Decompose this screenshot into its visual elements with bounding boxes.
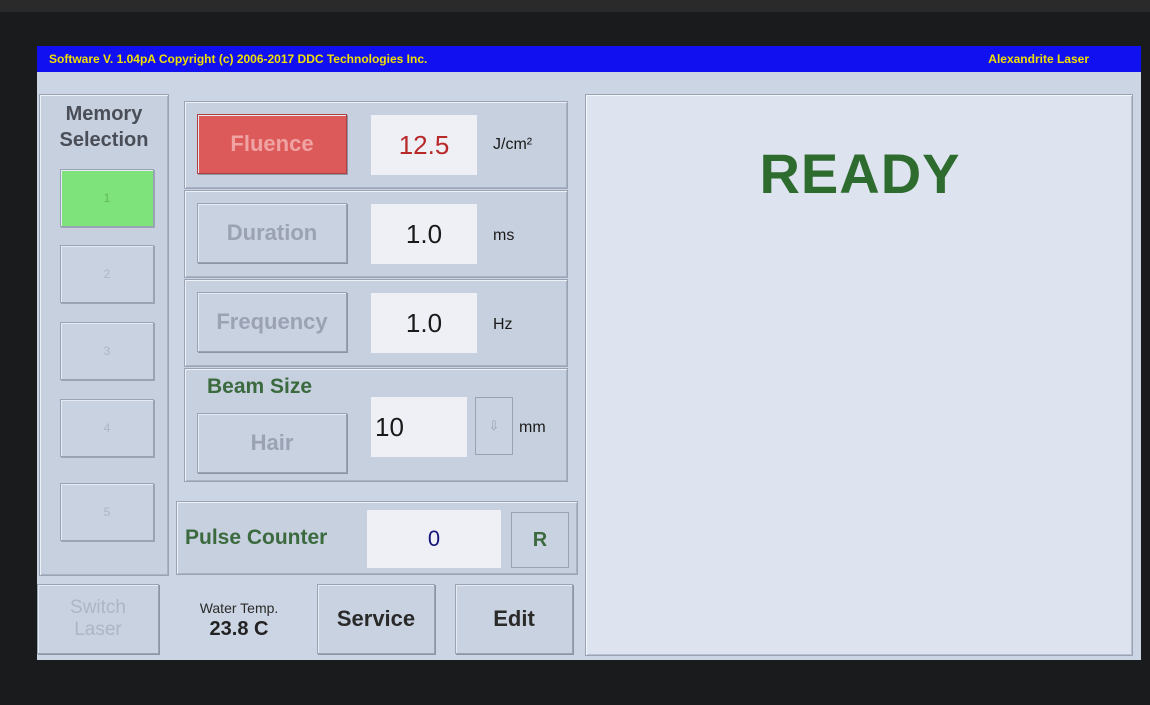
beam-size-unit: mm bbox=[519, 419, 546, 436]
memory-slot-5-button[interactable]: 5 bbox=[60, 483, 154, 541]
fluence-button[interactable]: Fluence bbox=[197, 114, 347, 174]
duration-button[interactable]: Duration bbox=[197, 203, 347, 263]
duration-unit: ms bbox=[493, 227, 515, 244]
memory-slot-4-button[interactable]: 4 bbox=[60, 399, 154, 457]
water-temp-label: Water Temp. bbox=[199, 600, 279, 616]
edit-button[interactable]: Edit bbox=[455, 584, 573, 654]
laser-type-text: Alexandrite Laser bbox=[988, 52, 1089, 66]
beam-size-dropdown-button[interactable]: ⇩ bbox=[475, 397, 513, 455]
beam-size-value[interactable]: 10 bbox=[371, 397, 467, 457]
frequency-row: Frequency 1.0 Hz bbox=[184, 279, 568, 367]
download-arrow-icon: ⇩ bbox=[488, 418, 500, 433]
beam-mode-button[interactable]: Hair bbox=[197, 413, 347, 473]
service-button[interactable]: Service bbox=[317, 584, 435, 654]
frequency-button[interactable]: Frequency bbox=[197, 292, 347, 352]
software-version-text: Software V. 1.04pA Copyright (c) 2006-20… bbox=[49, 52, 428, 66]
monitor-bezel bbox=[0, 0, 1150, 12]
switch-laser-button[interactable]: Switch Laser bbox=[37, 584, 159, 654]
memory-selection-title: Memory Selection bbox=[59, 103, 149, 151]
fluence-value[interactable]: 12.5 bbox=[371, 115, 477, 175]
ready-status-text: READY bbox=[759, 142, 961, 205]
beam-size-row: Beam Size Hair 10 ⇩ mm bbox=[184, 368, 568, 482]
pulse-counter-value: 0 bbox=[367, 510, 501, 568]
pulse-counter-label: Pulse Counter bbox=[185, 526, 328, 549]
laser-control-screen: Software V. 1.04pA Copyright (c) 2006-20… bbox=[37, 46, 1141, 660]
fluence-row: Fluence 12.5 J/cm² bbox=[184, 101, 568, 189]
frequency-unit: Hz bbox=[493, 316, 513, 333]
water-temperature-display: Water Temp. 23.8 C bbox=[165, 592, 313, 652]
memory-slot-1-button[interactable]: 1 bbox=[60, 169, 154, 227]
water-temp-value: 23.8 C bbox=[209, 618, 269, 640]
memory-slot-3-button[interactable]: 3 bbox=[60, 322, 154, 380]
title-bar: Software V. 1.04pA Copyright (c) 2006-20… bbox=[37, 46, 1141, 72]
beam-size-title: Beam Size bbox=[207, 375, 313, 398]
status-panel: READY bbox=[585, 94, 1133, 656]
pulse-counter-reset-button[interactable]: R bbox=[511, 512, 569, 568]
duration-value[interactable]: 1.0 bbox=[371, 204, 477, 264]
memory-selection-panel: Memory Selection 1 2 3 4 5 bbox=[39, 94, 169, 576]
duration-row: Duration 1.0 ms bbox=[184, 190, 568, 278]
memory-slot-2-button[interactable]: 2 bbox=[60, 245, 154, 303]
fluence-unit: J/cm² bbox=[493, 136, 533, 153]
pulse-counter-panel: Pulse Counter 0 R bbox=[176, 501, 578, 575]
frequency-value[interactable]: 1.0 bbox=[371, 293, 477, 353]
